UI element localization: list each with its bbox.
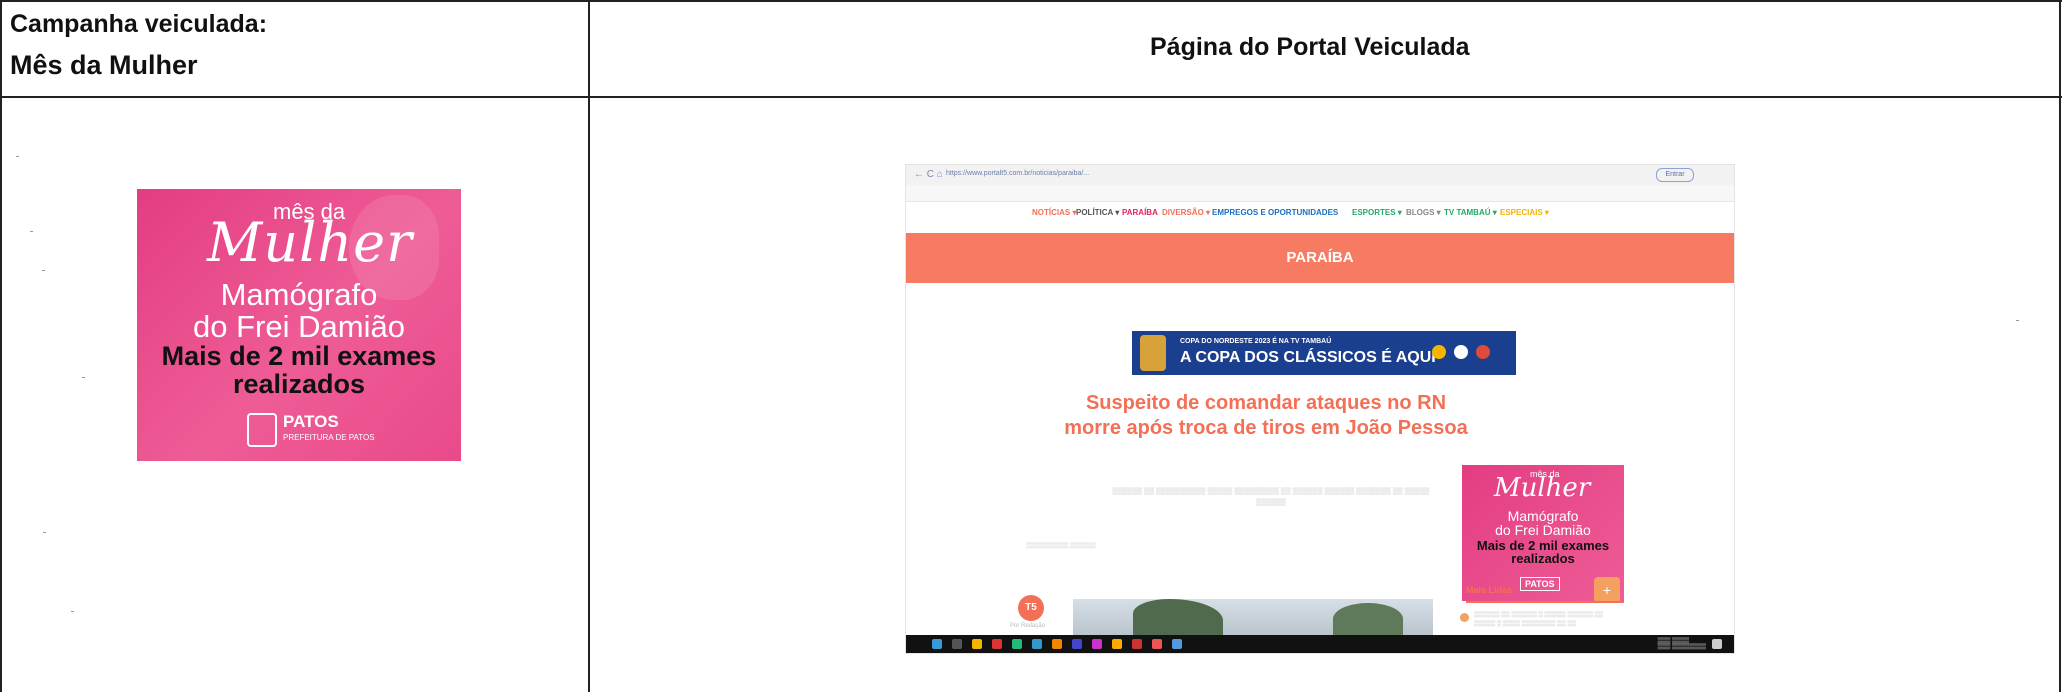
article-date: ▒▒▒▒▒▒▒▒▒▒ ▒▒▒▒▒▒	[1026, 543, 1096, 549]
menu-item-esportes: ESPORTES ▾	[1352, 208, 1402, 217]
windows-taskbar: ▒▒▒ ▒▒▒▒ ▒▒▒ ▒▒▒▒▒▒▒▒	[906, 635, 1734, 653]
table-top-border	[0, 0, 2062, 2]
banner-subtitle: Mais de 2 mil exames realizados	[137, 342, 461, 398]
left-header-line1: Campanha veiculada:	[10, 10, 268, 38]
scan-mark	[43, 532, 46, 533]
taskbar-app-icon	[1152, 639, 1162, 649]
taskbar-app-icon	[972, 639, 982, 649]
mini-subtitle-line2: realizados	[1511, 551, 1575, 566]
taskbar-app-icon	[1052, 639, 1062, 649]
sponsor-logo-icon	[1454, 345, 1468, 359]
browser-address-bar: ← C ⌂ https://www.portalt5.com.br/notici…	[906, 165, 1734, 185]
menu-item-tv-tambau: TV TAMBAÚ ▾	[1444, 208, 1497, 217]
sponsor-logo-icon	[1432, 345, 1446, 359]
banner-title-line2: do Frei Damião	[193, 309, 405, 344]
taskbar-app-icon	[1132, 639, 1142, 649]
patos-logo: PATOS PREFEITURA DE PATOS	[247, 412, 375, 448]
notification-icon	[1712, 639, 1722, 649]
menu-item-noticias: NOTÍCIAS ▾	[1032, 208, 1077, 217]
column-divider	[588, 0, 590, 692]
header-bottom-border	[0, 96, 2062, 98]
mini-title: Mamógrafo do Frei Damião	[1462, 509, 1624, 537]
taskbar-app-icon	[1112, 639, 1122, 649]
copa-ad-banner: COPA DO NORDESTE 2023 É NA TV TAMBAÚ A C…	[1132, 331, 1516, 375]
taskbar-clock: ▒▒▒ ▒▒▒▒ ▒▒▒ ▒▒▒▒▒▒▒▒	[1657, 638, 1706, 650]
table-right-border	[2059, 0, 2061, 692]
taskbar-app-icon	[992, 639, 1002, 649]
banner-subtitle-line2: realizados	[232, 369, 366, 399]
article-photo	[1073, 599, 1433, 635]
mais-lidas-header: Mais Lidas +	[1462, 577, 1632, 603]
taskbar-app-icon	[1172, 639, 1182, 649]
menu-item-especiais: ESPECIAIS ▾	[1500, 208, 1549, 217]
taskbar-app-icon	[1032, 639, 1042, 649]
palm-tree-shape	[1133, 599, 1223, 635]
portal-screenshot: ← C ⌂ https://www.portalt5.com.br/notici…	[906, 165, 1734, 653]
ad-line2: A COPA DOS CLÁSSICOS É AQUI	[1180, 349, 1436, 366]
scan-mark	[30, 231, 33, 232]
browser-profile-button: Entrar	[1656, 168, 1694, 182]
t5-avatar: T5	[1018, 595, 1044, 621]
patos-logo-sub: PREFEITURA DE PATOS	[283, 433, 375, 442]
taskbar-app-icon	[1012, 639, 1022, 649]
campaign-banner: mês da Mulher Mamógrafo do Frei Damião M…	[137, 189, 461, 461]
article-headline: Suspeito de comandar ataques no RN morre…	[1064, 392, 1468, 439]
plus-icon: +	[1594, 577, 1620, 603]
taskbar-app-icon	[1072, 639, 1082, 649]
scan-mark	[82, 377, 85, 378]
patos-logo-text: PATOS	[283, 412, 339, 431]
windows-start-icon	[932, 639, 942, 649]
mini-subtitle: Mais de 2 mil exames realizados	[1462, 539, 1624, 565]
bullet-icon	[1460, 613, 1469, 622]
scan-mark	[71, 611, 74, 612]
browser-bookmarks-bar	[906, 185, 1734, 202]
taskbar-app-icon	[1092, 639, 1102, 649]
scan-mark	[2016, 320, 2019, 321]
tree-shape	[1333, 603, 1403, 635]
mini-mulher-script: Mulher	[1494, 473, 1591, 503]
article-author: Por Redação	[1010, 623, 1046, 629]
table-left-border	[0, 0, 2, 692]
browser-url: https://www.portalt5.com.br/noticias/par…	[946, 170, 1090, 177]
menu-item-blogs: BLOGS ▾	[1406, 208, 1441, 217]
menu-item-empregos: EMPREGOS E OPORTUNIDADES	[1212, 208, 1339, 217]
menu-item-diversao: DIVERSÃO ▾	[1162, 208, 1211, 217]
browser-nav-icons: ← C ⌂	[914, 169, 943, 180]
ad-line1: COPA DO NORDESTE 2023 É NA TV TAMBAÚ	[1180, 338, 1332, 345]
banner-subtitle-line1: Mais de 2 mil exames	[161, 341, 437, 371]
banner-title-line1: Mamógrafo	[220, 277, 378, 312]
banner-mulher-script: Mulher	[207, 211, 413, 274]
article-lead: ▒▒▒▒▒▒ ▒▒ ▒▒▒▒▒▒▒▒▒▒ ▒▒▒▒▒ ▒▒▒▒▒▒▒▒▒ ▒▒ …	[1112, 488, 1430, 506]
menu-item-paraiba: PARAÍBA	[1122, 208, 1158, 217]
mais-lidas-title: Mais Lidas	[1466, 585, 1513, 595]
banner-title: Mamógrafo do Frei Damião	[137, 279, 461, 343]
mini-title-line2: do Frei Damião	[1495, 522, 1591, 538]
mais-lidas-underline	[1466, 601, 1624, 603]
right-header: Página do Portal Veiculada	[1150, 33, 1470, 61]
menu-item-politica: POLÍTICA ▾	[1076, 208, 1120, 217]
sponsor-logo-icon	[1476, 345, 1490, 359]
search-icon	[952, 639, 962, 649]
mais-lidas-item: ▒▒▒▒▒▒ ▒▒ ▒▒▒▒▒▒ ▒ ▒▒▒▒▒ ▒▒▒▒▒▒ ▒▒ ▒▒▒▒▒…	[1460, 611, 1624, 629]
trophy-icon	[1140, 335, 1166, 371]
left-header-line2: Mês da Mulher	[10, 50, 198, 80]
portal-menu: NOTÍCIAS ▾ POLÍTICA ▾ PARAÍBA DIVERSÃO ▾…	[906, 202, 1734, 222]
patos-crest-icon	[247, 413, 277, 447]
scan-mark	[42, 270, 45, 271]
section-header: PARAÍBA	[906, 233, 1734, 283]
scan-mark	[16, 156, 19, 157]
mini-title-line1: Mamógrafo	[1507, 508, 1579, 524]
